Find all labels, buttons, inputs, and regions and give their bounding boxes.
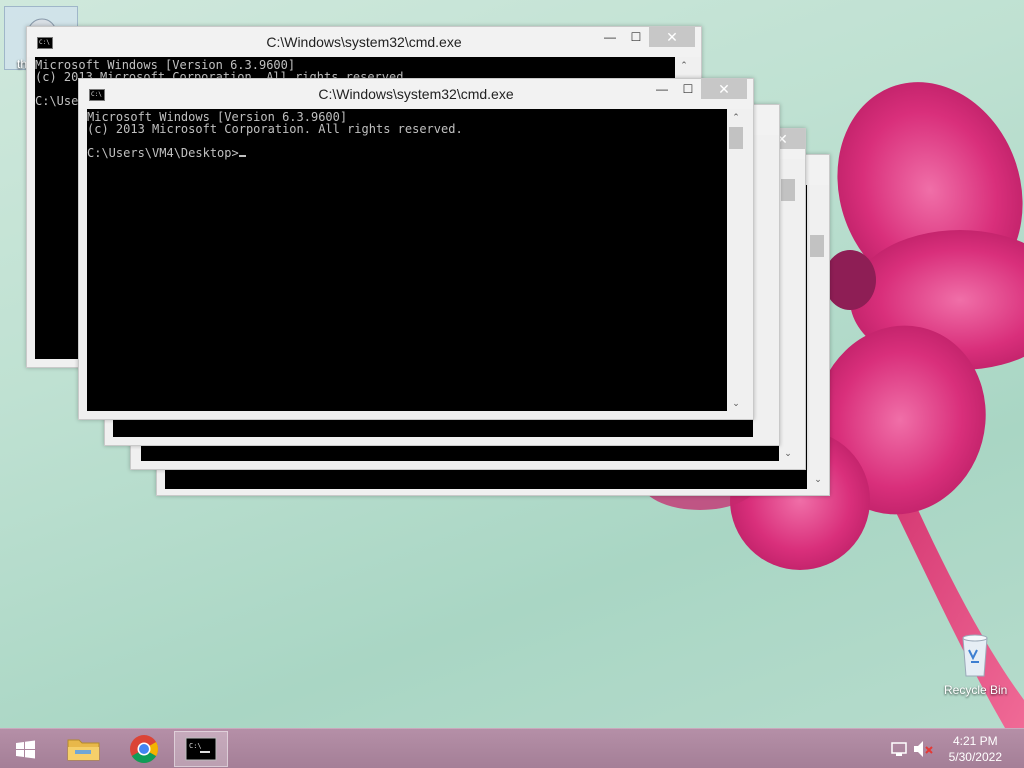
cmd-icon: C:\ <box>185 737 217 761</box>
cmd-window-front[interactable]: C:\ C:\Windows\system32\cmd.exe — ☐ ✕ Mi… <box>78 78 754 420</box>
taskbar-command-prompt[interactable]: C:\ <box>174 731 228 767</box>
start-button[interactable] <box>6 731 44 767</box>
maximize-button[interactable]: ☐ <box>623 27 649 47</box>
maximize-button[interactable]: ☐ <box>675 79 701 99</box>
folder-icon <box>67 739 100 761</box>
system-tray: 4:21 PM 5/30/2022 <box>884 729 1024 768</box>
scroll-down-button[interactable]: ⌄ <box>727 395 745 411</box>
svg-text:C:\: C:\ <box>189 742 202 750</box>
taskbar-file-explorer[interactable] <box>56 731 110 767</box>
title-bar[interactable]: C:\ C:\Windows\system32\cmd.exe — ☐ ✕ <box>79 79 753 109</box>
clock-date: 5/30/2022 <box>948 750 1002 764</box>
console-prompt: C:\Users\VM4\Desktop> <box>87 146 239 160</box>
taskbar: C:\ 4:21 PM 5/30/2022 <box>0 728 1024 768</box>
scroll-up-button[interactable]: ⌃ <box>675 57 693 73</box>
recycle-bin-icon <box>962 634 988 677</box>
close-button[interactable]: ✕ <box>649 27 695 47</box>
minimize-button[interactable]: — <box>597 27 623 47</box>
console-line: (c) 2013 Microsoft Corporation. All righ… <box>87 122 463 136</box>
title-bar[interactable]: C:\ C:\Windows\system32\cmd.exe — ☐ ✕ <box>27 27 701 57</box>
console-output[interactable]: Microsoft Windows [Version 6.3.9600] (c)… <box>87 109 727 411</box>
vertical-scrollbar[interactable]: ⌄ <box>779 159 797 461</box>
scroll-down-button[interactable]: ⌄ <box>809 471 827 487</box>
vertical-scrollbar[interactable]: ⌃ ⌄ <box>727 109 745 411</box>
chrome-icon <box>130 735 158 763</box>
windows-logo-icon <box>16 740 35 759</box>
desktop-icon-recycle-bin[interactable]: Recycle Bin <box>944 632 1008 697</box>
vertical-scrollbar[interactable]: ⌄ <box>809 185 825 487</box>
close-button[interactable]: ✕ <box>701 79 747 99</box>
scroll-up-button[interactable]: ⌃ <box>727 109 745 125</box>
scrollbar-thumb[interactable] <box>729 127 743 149</box>
minimize-button[interactable]: — <box>649 79 675 99</box>
taskbar-chrome[interactable] <box>116 731 170 767</box>
desktop-icon-label: Recycle Bin <box>944 683 1008 697</box>
clock[interactable]: 4:21 PM 5/30/2022 <box>949 733 1002 765</box>
clock-time: 4:21 PM <box>952 734 998 748</box>
text-cursor <box>238 147 246 157</box>
scroll-down-button[interactable]: ⌄ <box>779 445 797 461</box>
volume-muted-icon[interactable] <box>910 729 940 768</box>
